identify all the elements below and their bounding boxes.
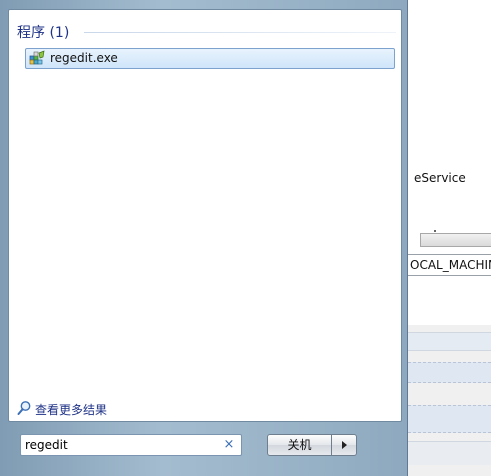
horizontal-scrollbar[interactable] [420,233,491,247]
service-name-text: eService [414,171,466,185]
background-window: eService OCAL_MACHIN [408,0,491,476]
search-icon [17,401,31,415]
start-menu: 程序 (1) regedit.exe 查看更多结果 × 关机 [0,0,408,476]
start-search-box[interactable]: × [20,434,242,456]
registry-path-field[interactable]: OCAL_MACHIN [408,254,491,276]
result-item-regedit[interactable]: regedit.exe [25,48,395,69]
result-item-label: regedit.exe [50,51,118,65]
see-more-label: 查看更多结果 [35,403,108,417]
programs-group-header: 程序 (1) [17,25,70,41]
clear-icon[interactable]: × [223,438,235,452]
background-row [408,332,491,351]
background-row [408,405,491,433]
triangle-right-icon [342,441,347,449]
registry-editor-icon [29,50,45,65]
shutdown-button[interactable]: 关机 [267,434,332,456]
group-divider [84,32,396,33]
cursor-dot [434,230,436,232]
search-input[interactable] [25,436,215,454]
search-results-pane: 程序 (1) regedit.exe 查看更多结果 [8,9,402,422]
background-row [408,362,491,383]
shutdown-options-button[interactable] [331,434,357,456]
background-row [408,441,491,465]
